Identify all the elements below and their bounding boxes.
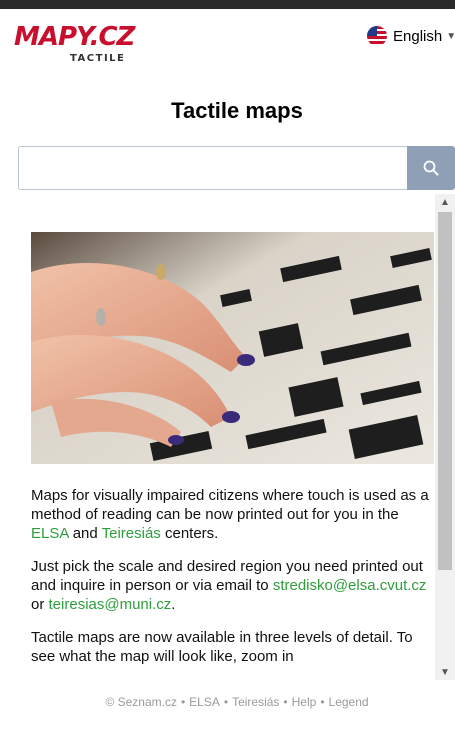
top-bar bbox=[0, 0, 455, 9]
hands-on-tactile-map-image bbox=[31, 232, 434, 464]
us-flag-icon bbox=[367, 26, 387, 46]
para1-text: Maps for visually impaired citizens wher… bbox=[31, 487, 429, 523]
intro-text: Maps for visually impaired citizens wher… bbox=[31, 486, 431, 680]
scroll-up-arrow-icon[interactable]: ▲ bbox=[435, 194, 455, 210]
footer-link-legend[interactable]: Legend bbox=[329, 695, 369, 709]
footer-link-help[interactable]: Help bbox=[292, 695, 317, 709]
intro-paragraph-3: Tactile maps are now available in three … bbox=[31, 628, 431, 666]
footer-separator: • bbox=[320, 695, 325, 709]
chevron-down-icon: ▼ bbox=[446, 30, 455, 42]
language-selector[interactable]: English ▼ bbox=[367, 25, 455, 47]
search-bar bbox=[18, 146, 455, 190]
search-input[interactable] bbox=[18, 146, 407, 190]
tactile-map-photo bbox=[31, 232, 434, 464]
teiresias-email-link[interactable]: teiresias@muni.cz bbox=[49, 596, 172, 613]
intro-paragraph-2: Just pick the scale and desired region y… bbox=[31, 557, 431, 614]
page-title: Tactile maps bbox=[171, 98, 303, 123]
logo-wordmark: MAPY.CZ bbox=[14, 22, 135, 52]
logo-subtitle: TACTILE bbox=[70, 53, 126, 64]
footer: © Seznam.cz • ELSA • Teiresiás • Help • Legend bbox=[0, 695, 455, 709]
para3-text: Tactile maps are now available in three … bbox=[31, 629, 413, 665]
scroll-thumb[interactable] bbox=[438, 212, 452, 570]
content-scrollbar[interactable]: ▲ ▼ bbox=[435, 194, 455, 680]
footer-separator: • bbox=[180, 695, 186, 709]
para1-mid: and bbox=[68, 525, 102, 542]
search-button[interactable] bbox=[407, 146, 455, 190]
scroll-down-arrow-icon[interactable]: ▼ bbox=[435, 664, 455, 680]
elsa-email-link[interactable]: stredisko@elsa.cvut.cz bbox=[273, 577, 427, 594]
logo-text: MAPY.CZ bbox=[14, 22, 135, 52]
footer-link-elsa[interactable]: ELSA bbox=[189, 695, 220, 709]
para2-end: . bbox=[171, 596, 176, 613]
teiresias-link[interactable]: Teiresiás bbox=[102, 525, 161, 542]
footer-copyright-link[interactable]: © Seznam.cz bbox=[105, 695, 177, 709]
content-panel: Maps for visually impaired citizens wher… bbox=[0, 194, 455, 680]
footer-separator: • bbox=[223, 695, 229, 709]
language-label: English bbox=[393, 27, 443, 45]
elsa-link[interactable]: ELSA bbox=[31, 525, 69, 542]
para1-end: centers. bbox=[160, 525, 219, 542]
para2-mid: or bbox=[31, 596, 49, 613]
search-icon bbox=[423, 160, 439, 176]
intro-paragraph-1: Maps for visually impaired citizens wher… bbox=[31, 486, 431, 543]
footer-separator: • bbox=[283, 695, 288, 709]
mapy-cz-logo[interactable]: MAPY.CZ TACTILE bbox=[14, 20, 144, 70]
footer-link-teiresias[interactable]: Teiresiás bbox=[232, 695, 279, 709]
